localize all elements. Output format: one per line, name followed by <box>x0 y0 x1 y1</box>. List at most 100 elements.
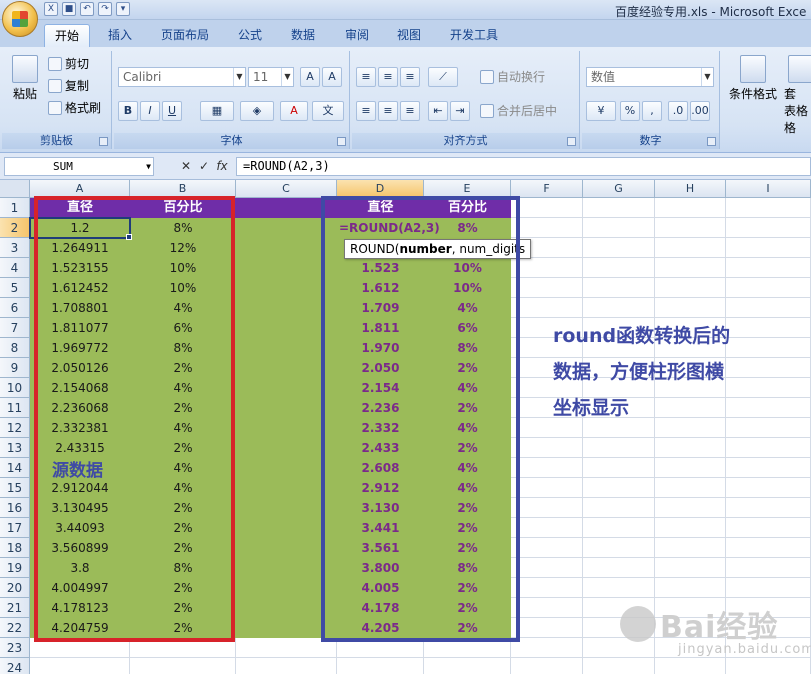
format-as-table-button[interactable]: 套 表格格 <box>784 55 811 136</box>
column-header-i[interactable]: I <box>726 180 811 198</box>
tab-developer[interactable]: 开发工具 <box>440 24 508 47</box>
tab-home[interactable]: 开始 <box>44 24 91 47</box>
enter-icon[interactable]: ✓ <box>196 158 212 174</box>
conditional-formatting-button[interactable]: 条件格式 <box>726 55 780 102</box>
row-header-10[interactable]: 10 <box>0 378 30 398</box>
tab-data[interactable]: 数据 <box>281 24 325 47</box>
align-middle-button[interactable]: ≡ <box>378 67 398 87</box>
ribbon-tabs: 开始 插入 页面布局 公式 数据 审阅 视图 开发工具 <box>0 20 811 47</box>
wrap-text-icon <box>480 70 494 84</box>
font-color-button[interactable]: A <box>280 101 308 121</box>
tab-review[interactable]: 审阅 <box>335 24 379 47</box>
row-header-15[interactable]: 15 <box>0 478 30 498</box>
align-bottom-button[interactable]: ≡ <box>400 67 420 87</box>
wrap-text-button[interactable]: 自动换行 <box>480 68 545 86</box>
save-icon[interactable]: ■ <box>62 2 76 16</box>
row-header-8[interactable]: 8 <box>0 338 30 358</box>
row-header-16[interactable]: 16 <box>0 498 30 518</box>
row-header-19[interactable]: 19 <box>0 558 30 578</box>
bold-button[interactable]: B <box>118 101 138 121</box>
row-header-23[interactable]: 23 <box>0 638 30 658</box>
row-header-18[interactable]: 18 <box>0 538 30 558</box>
insert-function-icon[interactable]: fx <box>214 158 230 174</box>
comma-button[interactable]: , <box>642 101 662 121</box>
grow-font-button[interactable]: A <box>300 67 320 87</box>
column-header-g[interactable]: G <box>583 180 655 198</box>
orientation-button[interactable]: ⟋ <box>428 67 458 87</box>
title-bar: X ■ ↶ ↷ ▾ 百度经验专用.xls - Microsoft Exce <box>0 0 811 20</box>
chevron-down-icon: ▼ <box>281 68 293 86</box>
row-header-11[interactable]: 11 <box>0 398 30 418</box>
annotation-line-2: 数据，方便柱形图横 <box>553 361 725 383</box>
cancel-icon[interactable]: ✕ <box>178 158 194 174</box>
undo-icon[interactable]: ↶ <box>80 2 94 16</box>
underline-button[interactable]: U <box>162 101 182 121</box>
fill-color-button[interactable]: ◈ <box>240 101 274 121</box>
row-header-20[interactable]: 20 <box>0 578 30 598</box>
office-button[interactable] <box>2 1 38 37</box>
name-box[interactable]: SUM ▼ <box>4 157 154 176</box>
tab-insert[interactable]: 插入 <box>98 24 142 47</box>
align-right-button[interactable]: ≡ <box>400 101 420 121</box>
align-center-button[interactable]: ≡ <box>378 101 398 121</box>
row-header-24[interactable]: 24 <box>0 658 30 674</box>
tab-formulas[interactable]: 公式 <box>228 24 272 47</box>
row-header-9[interactable]: 9 <box>0 358 30 378</box>
clipboard-launcher-icon[interactable] <box>99 137 108 146</box>
row-header-3[interactable]: 3 <box>0 238 30 258</box>
currency-button[interactable]: ¥ <box>586 101 616 121</box>
font-size-combo[interactable]: 11 ▼ <box>248 67 294 87</box>
font-group-label: 字体 <box>114 133 349 149</box>
alignment-launcher-icon[interactable] <box>567 137 576 146</box>
merge-center-label: 合并后居中 <box>497 104 558 118</box>
tab-page-layout[interactable]: 页面布局 <box>151 24 219 47</box>
merge-center-button[interactable]: 合并后居中 <box>480 102 557 120</box>
row-header-4[interactable]: 4 <box>0 258 30 278</box>
column-header-h[interactable]: H <box>655 180 726 198</box>
row-header-17[interactable]: 17 <box>0 518 30 538</box>
name-box-value: SUM <box>53 160 73 173</box>
office-logo-icon <box>12 11 28 27</box>
number-format-combo[interactable]: 数值 ▼ <box>586 67 714 87</box>
decrease-decimal-button[interactable]: .00 <box>690 101 710 121</box>
select-all-corner[interactable] <box>0 180 30 198</box>
column-header-f[interactable]: F <box>511 180 583 198</box>
chevron-down-icon: ▼ <box>701 68 713 86</box>
row-header-6[interactable]: 6 <box>0 298 30 318</box>
paste-button[interactable]: 粘贴 <box>8 55 42 102</box>
font-name-combo[interactable]: Calibri ▼ <box>118 67 246 87</box>
row-header-13[interactable]: 13 <box>0 438 30 458</box>
customize-qat-icon[interactable]: ▾ <box>116 2 130 16</box>
row-header-7[interactable]: 7 <box>0 318 30 338</box>
chevron-down-icon: ▼ <box>146 162 151 171</box>
increase-indent-button[interactable]: ⇥ <box>450 101 470 121</box>
shrink-font-button[interactable]: A <box>322 67 342 87</box>
row-header-12[interactable]: 12 <box>0 418 30 438</box>
number-launcher-icon[interactable] <box>707 137 716 146</box>
alignment-group-label: 对齐方式 <box>352 133 579 149</box>
row-header-2[interactable]: 2 <box>0 218 30 238</box>
alignment-group: ≡ ≡ ≡ ⟋ 自动换行 ≡ ≡ ≡ ⇤ ⇥ 合并后居中 对齐方式 <box>352 51 580 149</box>
italic-button[interactable]: I <box>140 101 160 121</box>
row-header-21[interactable]: 21 <box>0 598 30 618</box>
align-left-button[interactable]: ≡ <box>356 101 376 121</box>
row-header-14[interactable]: 14 <box>0 458 30 478</box>
format-painter-button[interactable]: 格式刷 <box>48 99 101 117</box>
row-header-22[interactable]: 22 <box>0 618 30 638</box>
cut-button[interactable]: 剪切 <box>48 55 89 73</box>
row-header-5[interactable]: 5 <box>0 278 30 298</box>
increase-decimal-button[interactable]: .0 <box>668 101 688 121</box>
font-size-value: 11 <box>253 70 269 84</box>
font-launcher-icon[interactable] <box>337 137 346 146</box>
tab-view[interactable]: 视图 <box>387 24 431 47</box>
decrease-indent-button[interactable]: ⇤ <box>428 101 448 121</box>
percent-button[interactable]: % <box>620 101 640 121</box>
copy-button[interactable]: 复制 <box>48 77 89 95</box>
row-header-1[interactable]: 1 <box>0 198 30 218</box>
phonetic-button[interactable]: 文 <box>312 101 344 121</box>
excel-app-icon[interactable]: X <box>44 2 58 16</box>
borders-button[interactable]: ▦ <box>200 101 234 121</box>
redo-icon[interactable]: ↷ <box>98 2 112 16</box>
align-top-button[interactable]: ≡ <box>356 67 376 87</box>
formula-input[interactable]: =ROUND(A2,3) <box>236 157 811 176</box>
